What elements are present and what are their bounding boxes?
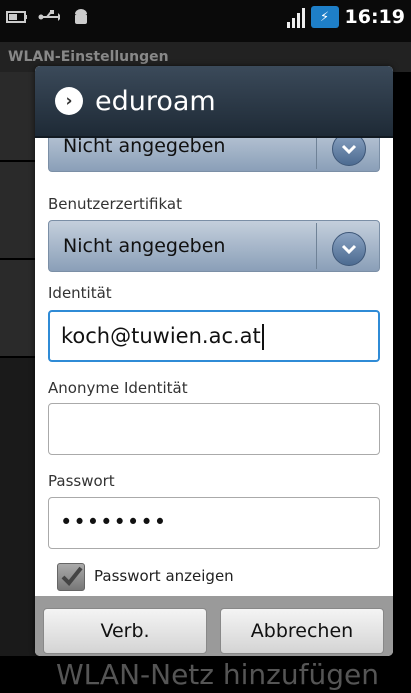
password-label: Passwort [48, 472, 115, 490]
password-value: •••••••• [60, 510, 168, 534]
checkmark-icon [61, 566, 83, 586]
show-password-checkbox[interactable] [57, 563, 85, 591]
signal-strength-icon [286, 6, 305, 28]
anonymous-identity-label: Anonyme Identität [48, 379, 188, 397]
identity-value: koch@tuwien.ac.at [61, 324, 261, 348]
status-bar: ⚡ 16:19 [0, 0, 411, 42]
background-list-item [0, 260, 40, 356]
eap-select-value: Nicht angegeben [63, 138, 226, 157]
chevron-down-icon [332, 138, 366, 166]
battery-charging-icon [6, 8, 28, 26]
background-list-item [0, 358, 40, 656]
chevron-down-icon [332, 232, 366, 266]
wifi-dialog: › eduroam Nicht angegeben Benutzerzertif… [35, 66, 393, 656]
background-list-item [0, 72, 40, 160]
certificate-label: Benutzerzertifikat [48, 195, 182, 213]
identity-field[interactable]: koch@tuwien.ac.at [48, 310, 380, 362]
status-clock: 16:19 [344, 6, 405, 28]
show-password-label[interactable]: Passwort anzeigen [94, 567, 234, 585]
password-field[interactable]: •••••••• [48, 497, 380, 549]
certificate-select[interactable]: Nicht angegeben [48, 220, 380, 272]
background-list-item [0, 162, 40, 258]
text-cursor [261, 324, 264, 350]
eap-select[interactable]: Nicht angegeben [48, 138, 380, 172]
dialog-content[interactable]: Nicht angegeben Benutzerzertifikat Nicht… [35, 138, 393, 610]
dialog-button-bar: Verb. Abbrechen [35, 596, 393, 656]
cancel-button[interactable]: Abbrechen [220, 608, 384, 654]
dialog-title: eduroam [95, 85, 216, 117]
dialog-header: › eduroam [35, 66, 393, 138]
connect-button[interactable]: Verb. [43, 608, 207, 654]
android-icon [70, 8, 92, 26]
chevron-right-icon: › [55, 87, 83, 115]
usb-icon [38, 8, 60, 26]
battery-icon: ⚡ [310, 6, 339, 28]
identity-label: Identität [48, 284, 112, 302]
certificate-select-value: Nicht angegeben [63, 235, 226, 257]
anonymous-identity-field[interactable] [48, 403, 380, 455]
add-wlan-network-item[interactable]: WLAN-Netz hinzufügen [0, 658, 411, 693]
